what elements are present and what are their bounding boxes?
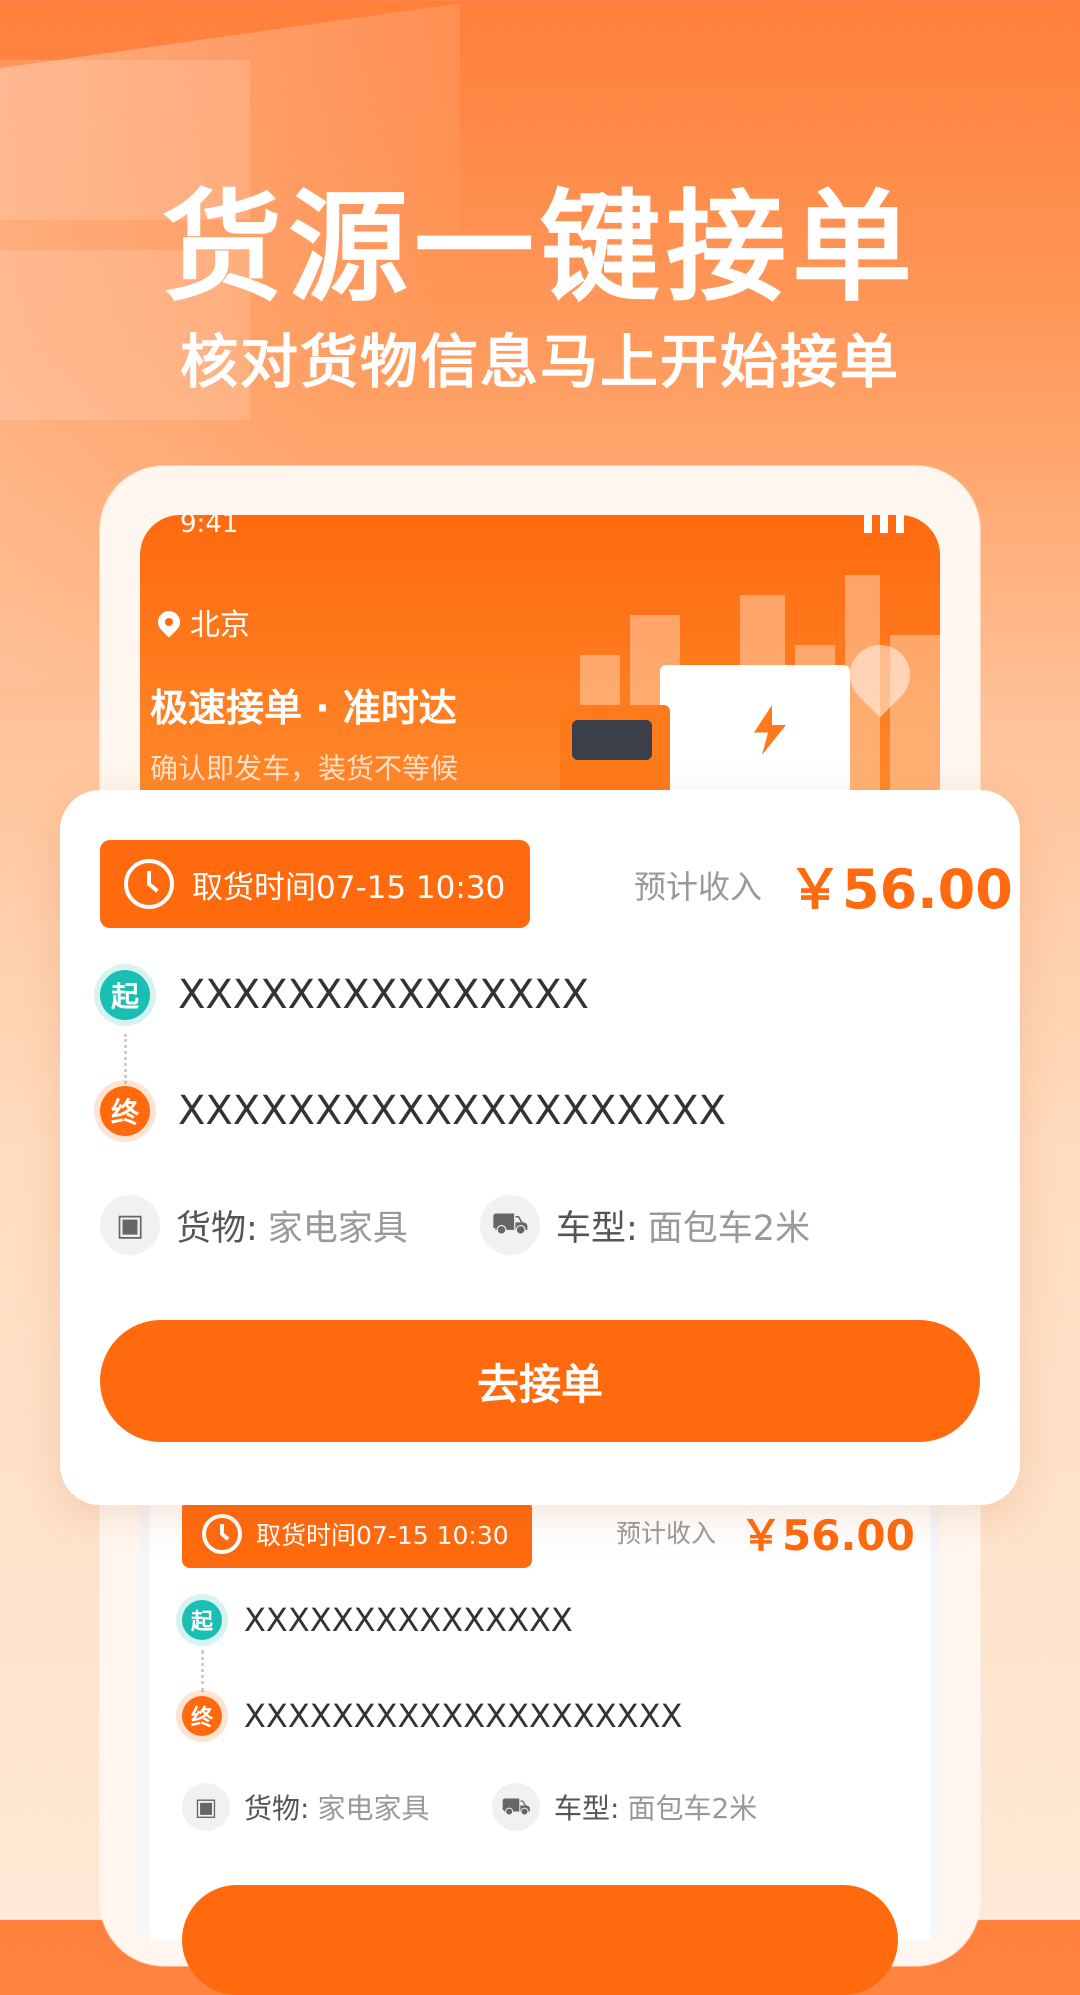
pickup-time: 取货时间07-15 10:30 [192, 869, 506, 906]
city-selector[interactable]: 北京 [153, 600, 250, 644]
city-name: 北京 [190, 608, 250, 643]
start-address: XXXXXXXXXXXXXXX [178, 972, 590, 1018]
truck-icon: ⛟ [492, 1783, 540, 1831]
pickup-time: 取货时间07-15 10:30 [256, 1521, 509, 1550]
end-address: XXXXXXXXXXXXXXXXXXXX [178, 1088, 727, 1134]
vehicle-label: 车型: [556, 1208, 638, 1249]
route-connector [124, 1034, 127, 1090]
income-label: 预计收入 [634, 868, 763, 906]
vehicle-info: ⛟ 车型: 面包车2米 [492, 1783, 757, 1831]
headline-subtitle: 核对货物信息马上开始接单 [179, 328, 900, 396]
goods-info: ▣ 货物: 家电家具 [100, 1195, 408, 1255]
clock-icon [202, 1514, 242, 1554]
goods-info: ▣ 货物: 家电家具 [182, 1783, 429, 1831]
end-badge: 终 [182, 1696, 222, 1736]
goods-label: 货物: [244, 1792, 310, 1825]
banner: 9:41 北京 极速接单 · 准时达 确认即发车，装货不等候 [140, 515, 940, 815]
headline-title: 货源一键接单 [162, 179, 918, 318]
end-address-row: 终 XXXXXXXXXXXXXXXXXXXX [182, 1696, 682, 1736]
start-address: XXXXXXXXXXXXXXX [244, 1601, 573, 1639]
goods-value: 家电家具 [317, 1792, 430, 1825]
goods-value: 家电家具 [267, 1208, 408, 1249]
order-card-secondary[interactable]: 取货时间07-15 10:30 预计收入 ￥56.00 起 XXXXXXXXXX… [150, 1480, 930, 1995]
status-icons [864, 515, 904, 533]
vehicle-info: ⛟ 车型: 面包车2米 [480, 1195, 810, 1255]
income-amount: ￥56.00 [788, 858, 1013, 921]
end-address-row: 终 XXXXXXXXXXXXXXXXXXXX [100, 1086, 726, 1136]
income-amount: ￥56.00 [740, 1511, 915, 1560]
pickup-time-tag: 取货时间07-15 10:30 [100, 840, 530, 928]
vehicle-label: 车型: [554, 1792, 620, 1825]
start-badge: 起 [182, 1600, 222, 1640]
end-badge: 终 [100, 1086, 150, 1136]
pickup-time-tag: 取货时间07-15 10:30 [182, 1500, 532, 1568]
end-address: XXXXXXXXXXXXXXXXXXXX [244, 1697, 683, 1735]
clock-icon [124, 859, 174, 909]
accept-order-button[interactable]: 去接单 [100, 1320, 980, 1442]
package-icon: ▣ [100, 1195, 160, 1255]
income-label: 预计收入 [616, 1519, 717, 1548]
location-icon [153, 606, 185, 638]
vehicle-value: 面包车2米 [627, 1792, 758, 1825]
goods-label: 货物: [176, 1208, 258, 1249]
truck-icon: ⛟ [480, 1195, 540, 1255]
package-icon: ▣ [182, 1783, 230, 1831]
banner-slogan-sub: 确认即发车，装货不等候 [150, 752, 459, 785]
vehicle-value: 面包车2米 [647, 1208, 811, 1249]
accept-order-button-secondary[interactable] [182, 1885, 898, 1995]
route-connector [201, 1650, 204, 1692]
status-time: 9:41 [180, 515, 239, 539]
start-badge: 起 [100, 970, 150, 1020]
start-address-row: 起 XXXXXXXXXXXXXXX [182, 1600, 573, 1640]
banner-slogan: 极速接单 · 准时达 [150, 686, 457, 730]
order-card[interactable]: 取货时间07-15 10:30 预计收入 ￥56.00 起 XXXXXXXXXX… [60, 790, 1020, 1505]
start-address-row: 起 XXXXXXXXXXXXXXX [100, 970, 589, 1020]
